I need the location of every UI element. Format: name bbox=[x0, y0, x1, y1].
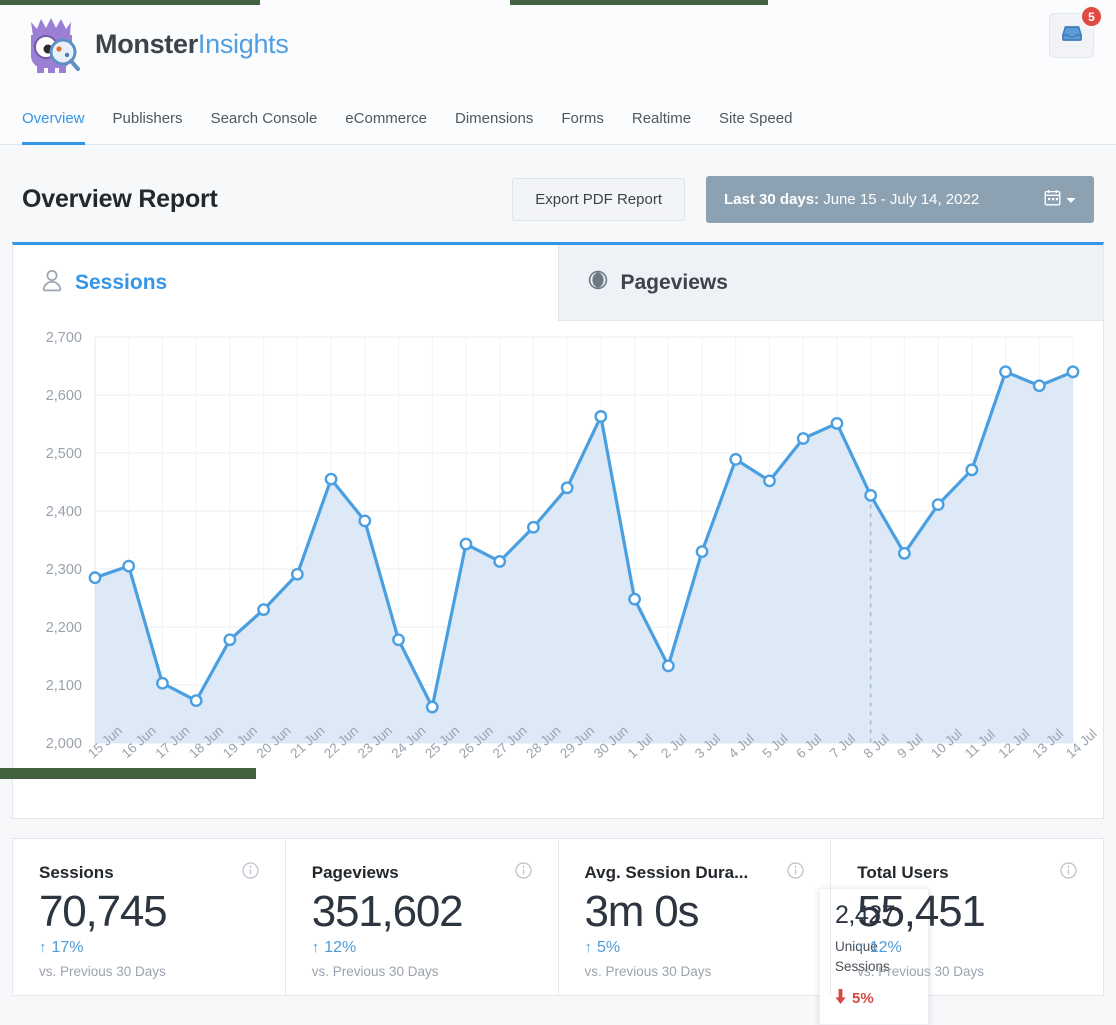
stat-card-header: Total Users bbox=[857, 862, 1077, 884]
tab-realtime-label: Realtime bbox=[632, 110, 691, 127]
stat-card-header: Sessions bbox=[39, 862, 259, 884]
eye-icon bbox=[587, 269, 609, 297]
arrow-up-icon: ↑ bbox=[857, 940, 865, 955]
tab-ecommerce-label: eCommerce bbox=[345, 110, 427, 127]
svg-text:2,000: 2,000 bbox=[46, 736, 82, 752]
metric-tab-sessions[interactable]: Sessions bbox=[13, 245, 558, 321]
svg-text:2,700: 2,700 bbox=[46, 330, 82, 346]
chart-panel: Sessions Pageviews 2,0002,1002,2002,3002… bbox=[12, 242, 1104, 819]
svg-text:2,400: 2,400 bbox=[46, 504, 82, 520]
stat-change: ↑ 5% bbox=[585, 939, 805, 957]
tab-realtime[interactable]: Realtime bbox=[618, 110, 705, 144]
sessions-area-chart[interactable]: 2,000 2,100 2,200 2,300 2,400 2,500 2,600 2,700… bbox=[13, 321, 1103, 819]
stat-title: Sessions bbox=[39, 863, 114, 883]
stat-title: Total Users bbox=[857, 863, 948, 883]
stat-value: 70,745 bbox=[39, 888, 259, 936]
tab-ecommerce[interactable]: eCommerce bbox=[331, 110, 441, 144]
svg-text:2,300: 2,300 bbox=[46, 562, 82, 578]
svg-text:2,600: 2,600 bbox=[46, 388, 82, 404]
stat-value: 351,602 bbox=[312, 888, 532, 936]
brand-logo: MonsterInsights bbox=[22, 16, 289, 74]
arrow-up-icon: ↑ bbox=[585, 940, 593, 955]
metric-tab-pageviews[interactable]: Pageviews bbox=[558, 245, 1104, 321]
stat-card-total-users: Total Users 55,451 ↑ 12% vs. Previous 30… bbox=[830, 839, 1103, 995]
stat-change-value: 5% bbox=[597, 939, 620, 957]
stat-change-value: 17% bbox=[52, 939, 84, 957]
stat-title: Pageviews bbox=[312, 863, 399, 883]
info-circle-icon[interactable] bbox=[787, 862, 804, 884]
tab-search-console[interactable]: Search Console bbox=[197, 110, 332, 144]
stat-change-value: 12% bbox=[324, 939, 356, 957]
metric-tab-bar: Sessions Pageviews bbox=[13, 245, 1103, 321]
metric-tab-pageviews-label: Pageviews bbox=[621, 271, 728, 295]
report-actions: Export PDF Report Last 30 days: June 15 … bbox=[512, 176, 1094, 223]
tab-dimensions-label: Dimensions bbox=[455, 110, 533, 127]
date-range-picker[interactable]: Last 30 days: June 15 - July 14, 2022 bbox=[706, 176, 1094, 223]
page-title: Overview Report bbox=[22, 185, 218, 214]
info-circle-icon[interactable] bbox=[242, 862, 259, 884]
svg-text:2,500: 2,500 bbox=[46, 446, 82, 462]
stat-value: 55,451 bbox=[857, 888, 1077, 936]
metric-tab-sessions-label: Sessions bbox=[75, 271, 167, 295]
calendar-icon bbox=[1044, 189, 1061, 210]
artifact-strip-top-center bbox=[510, 0, 768, 5]
tab-search-console-label: Search Console bbox=[211, 110, 318, 127]
app-header: MonsterInsights 5 bbox=[0, 0, 1116, 89]
stat-card-header: Avg. Session Dura... bbox=[585, 862, 805, 884]
stat-change-value: 12% bbox=[870, 939, 902, 957]
stat-value: 3m 0s bbox=[585, 888, 805, 936]
date-picker-controls bbox=[1044, 189, 1076, 210]
stat-comparison-label: vs. Previous 30 Days bbox=[857, 964, 1077, 979]
date-range-label: Last 30 days: June 15 - July 14, 2022 bbox=[724, 191, 979, 208]
monsterinsights-mascot-icon bbox=[22, 16, 82, 74]
stat-card-sessions: Sessions 70,745 ↑ 17% vs. Previous 30 Da… bbox=[13, 839, 285, 995]
tab-publishers-label: Publishers bbox=[113, 110, 183, 127]
brand-wordmark: MonsterInsights bbox=[95, 29, 289, 60]
tab-site-speed[interactable]: Site Speed bbox=[705, 110, 806, 144]
stat-comparison-label: vs. Previous 30 Days bbox=[39, 964, 259, 979]
stat-card-avg-session-duration: Avg. Session Dura... 3m 0s ↑ 5% vs. Prev… bbox=[558, 839, 831, 995]
brand-name-insights: Insights bbox=[198, 29, 289, 59]
stat-comparison-label: vs. Previous 30 Days bbox=[312, 964, 532, 979]
stat-change: ↑ 17% bbox=[39, 939, 259, 957]
chart-plot-area: 2,000 2,100 2,200 2,300 2,400 2,500 2,600 2,700… bbox=[13, 321, 1103, 819]
user-icon bbox=[41, 268, 63, 298]
tab-dimensions[interactable]: Dimensions bbox=[441, 110, 547, 144]
app-root: MonsterInsights 5 Overview Publishers Se… bbox=[0, 0, 1116, 1025]
svg-text:2,200: 2,200 bbox=[46, 620, 82, 636]
tab-overview[interactable]: Overview bbox=[22, 110, 99, 144]
main-navigation: Overview Publishers Search Console eComm… bbox=[0, 89, 1116, 145]
info-circle-icon[interactable] bbox=[1060, 862, 1077, 884]
report-header: Overview Report Export PDF Report Last 3… bbox=[0, 145, 1116, 223]
brand-name-monster: Monster bbox=[95, 29, 198, 59]
date-range-value: June 15 - July 14, 2022 bbox=[823, 191, 979, 208]
info-circle-icon[interactable] bbox=[515, 862, 532, 884]
artifact-strip-top-left bbox=[0, 0, 260, 5]
chevron-down-icon bbox=[1066, 191, 1076, 208]
stat-change: ↑ 12% bbox=[312, 939, 532, 957]
notification-badge: 5 bbox=[1080, 5, 1103, 28]
stat-comparison-label: vs. Previous 30 Days bbox=[585, 964, 805, 979]
tab-forms-label: Forms bbox=[561, 110, 604, 127]
stat-card-header: Pageviews bbox=[312, 862, 532, 884]
svg-text:2,100: 2,100 bbox=[46, 678, 82, 694]
inbox-tray-icon bbox=[1060, 21, 1084, 50]
artifact-strip-bottom-left bbox=[0, 768, 256, 779]
tab-publishers[interactable]: Publishers bbox=[99, 110, 197, 144]
stat-card-pageviews: Pageviews 351,602 ↑ 12% vs. Previous 30 … bbox=[285, 839, 558, 995]
summary-stat-cards: Sessions 70,745 ↑ 17% vs. Previous 30 Da… bbox=[12, 838, 1104, 996]
tab-site-speed-label: Site Speed bbox=[719, 110, 792, 127]
arrow-up-icon: ↑ bbox=[312, 940, 320, 955]
export-pdf-button[interactable]: Export PDF Report bbox=[512, 178, 685, 221]
tab-overview-label: Overview bbox=[22, 110, 85, 127]
stat-title: Avg. Session Dura... bbox=[585, 863, 749, 883]
notifications-area: 5 bbox=[1049, 13, 1094, 58]
arrow-up-icon: ↑ bbox=[39, 940, 47, 955]
date-range-prefix: Last 30 days: bbox=[724, 191, 819, 208]
tab-forms[interactable]: Forms bbox=[547, 110, 618, 144]
stat-change: ↑ 12% bbox=[857, 939, 1077, 957]
